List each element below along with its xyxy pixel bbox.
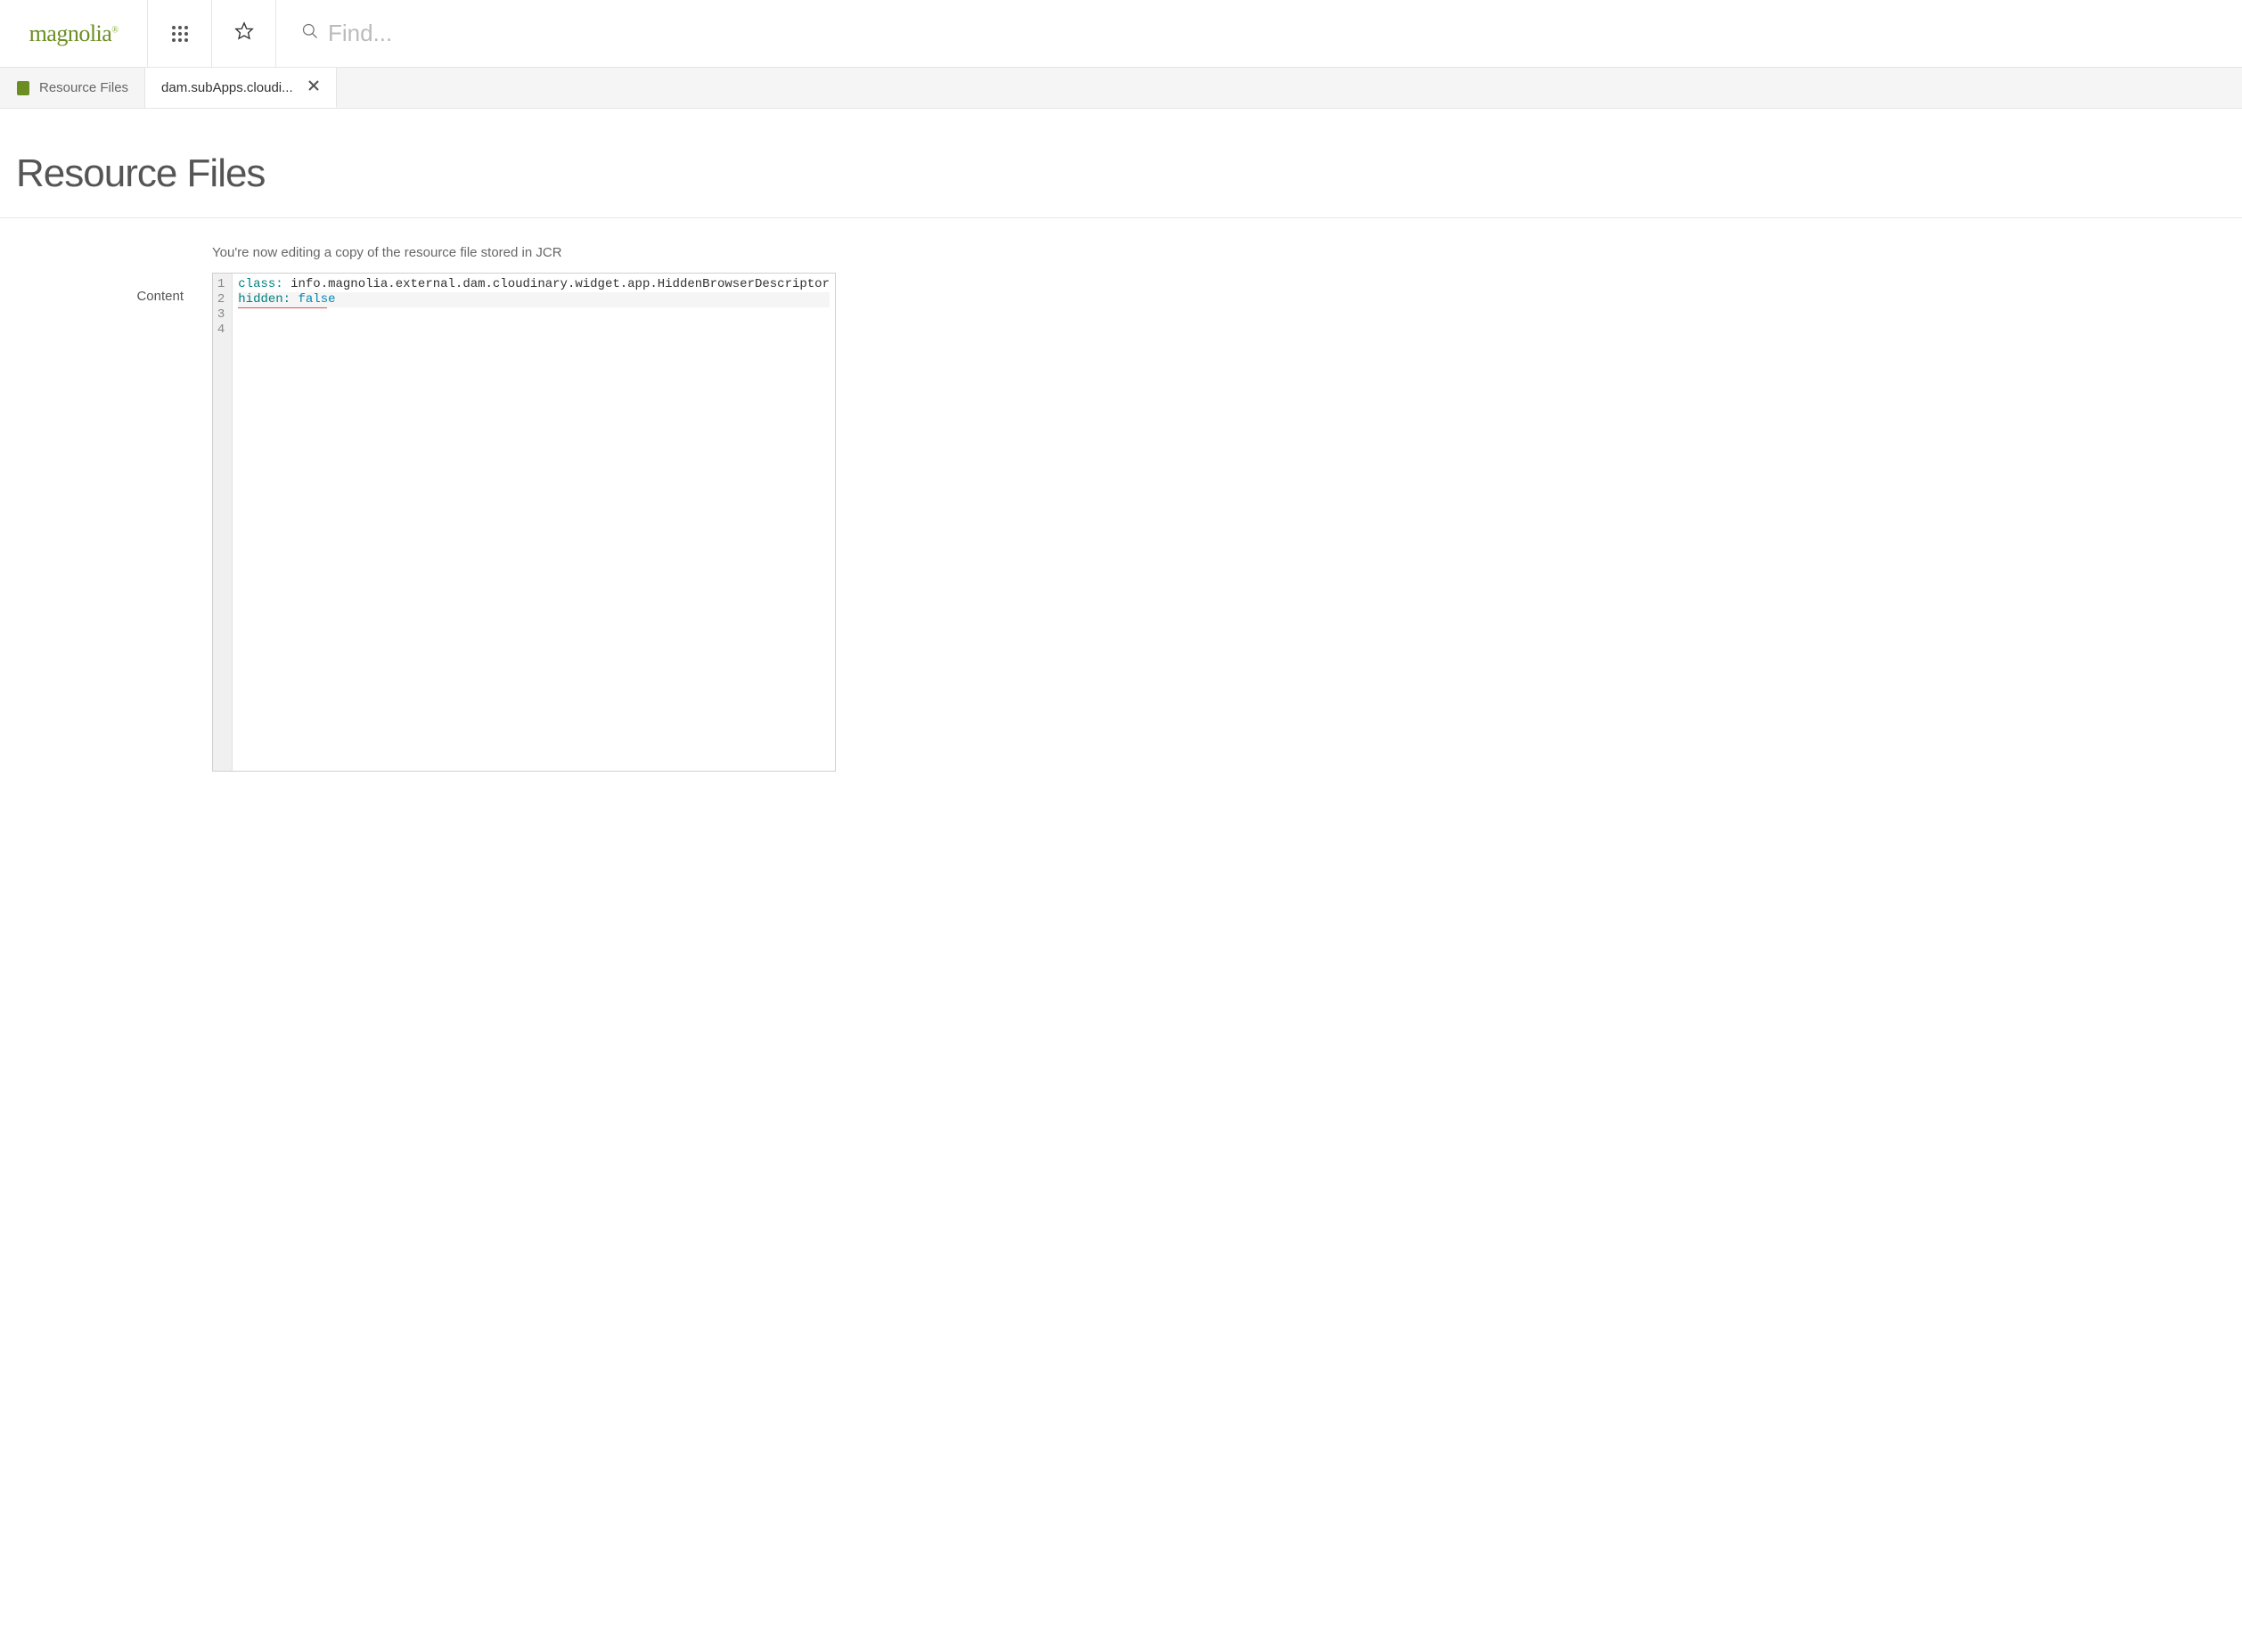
code-line[interactable]: class: info.magnolia.external.dam.cloudi…: [238, 277, 830, 292]
content-field-label: Content: [16, 273, 212, 304]
code-editor[interactable]: 1 2 3 4 class: info.magnolia.external.da…: [212, 273, 836, 772]
editor-row: Content 1 2 3 4 class: info.magnolia.ext…: [16, 273, 2226, 772]
code-line[interactable]: [238, 323, 830, 338]
tab-label: Resource Files: [39, 80, 128, 95]
logo-cell[interactable]: magnolia®: [0, 0, 148, 67]
tab-dam-subapps[interactable]: dam.subApps.cloudi...: [145, 68, 337, 108]
search-input[interactable]: [328, 20, 2242, 47]
close-icon[interactable]: [302, 79, 320, 95]
line-number: 4: [213, 323, 225, 338]
apps-launcher-button[interactable]: [148, 0, 212, 67]
file-icon: [16, 81, 30, 95]
page-title: Resource Files: [16, 151, 2226, 196]
magnolia-logo: magnolia®: [29, 20, 119, 47]
content-area: You're now editing a copy of the resourc…: [0, 218, 2242, 798]
info-message: You're now editing a copy of the resourc…: [212, 245, 2226, 260]
tab-resource-files[interactable]: Resource Files: [0, 68, 145, 108]
page-title-wrap: Resource Files: [0, 109, 2242, 218]
code-line[interactable]: [238, 307, 830, 323]
search-icon: [301, 22, 328, 45]
search-cell: [276, 0, 2242, 67]
app-header: magnolia®: [0, 0, 2242, 68]
line-number-gutter: 1 2 3 4: [213, 274, 233, 771]
apps-grid-icon: [172, 26, 188, 42]
line-number: 2: [213, 292, 225, 307]
tab-label: dam.subApps.cloudi...: [161, 80, 293, 95]
code-line[interactable]: hidden: false: [238, 292, 830, 307]
code-lines[interactable]: class: info.magnolia.external.dam.cloudi…: [233, 274, 835, 771]
favorites-button[interactable]: [212, 0, 276, 67]
line-number: 3: [213, 307, 225, 323]
line-number: 1: [213, 277, 225, 292]
star-icon: [234, 21, 254, 45]
tab-bar: Resource Files dam.subApps.cloudi...: [0, 68, 2242, 109]
